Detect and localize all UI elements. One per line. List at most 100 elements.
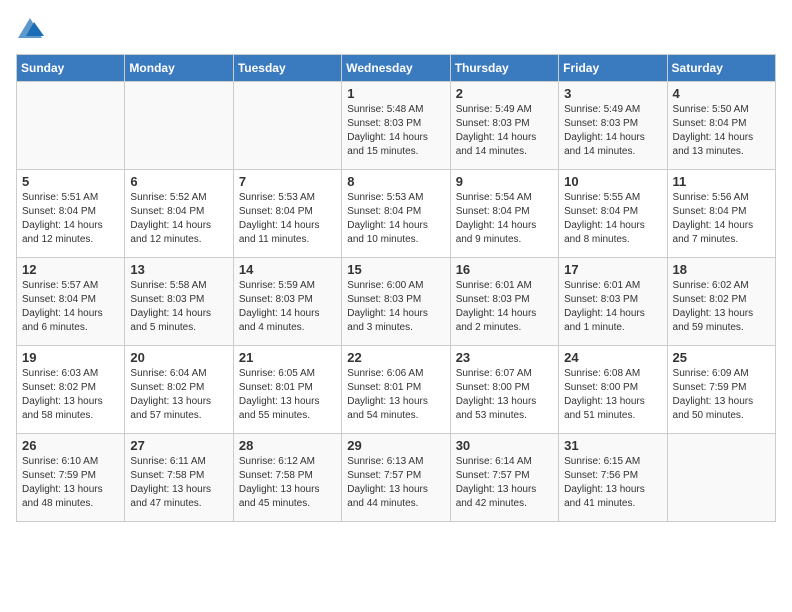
day-number: 16 <box>456 262 553 277</box>
day-number: 20 <box>130 350 227 365</box>
day-number: 5 <box>22 174 119 189</box>
calendar-cell: 2Sunrise: 5:49 AM Sunset: 8:03 PM Daylig… <box>450 82 558 170</box>
calendar-cell: 15Sunrise: 6:00 AM Sunset: 8:03 PM Dayli… <box>342 258 450 346</box>
day-number: 17 <box>564 262 661 277</box>
calendar-cell <box>233 82 341 170</box>
cell-info: Sunrise: 5:54 AM Sunset: 8:04 PM Dayligh… <box>456 191 553 247</box>
week-row: 5 Sunrise: 5:51 AM Sunset: 8:04 PM Daylig… <box>17 170 776 258</box>
column-header-sunday: Sunday <box>17 55 125 82</box>
cell-info: Sunrise: 5:58 AM Sunset: 8:03 PM Dayligh… <box>130 279 227 335</box>
calendar-cell <box>17 82 125 170</box>
logo <box>16 16 48 44</box>
cell-info: Sunrise: 5:52 AM Sunset: 8:04 PM Dayligh… <box>130 191 227 247</box>
cell-info: Sunrise: 6:14 AM Sunset: 7:57 PM Dayligh… <box>456 455 553 511</box>
calendar-cell: 7 Sunrise: 5:53 AM Sunset: 8:04 PM Daylig… <box>233 170 341 258</box>
calendar-cell: 1 Sunrise: 5:48 AM Sunset: 8:03 PM Daylig… <box>342 82 450 170</box>
calendar-cell: 19Sunrise: 6:03 AM Sunset: 8:02 PM Dayli… <box>17 346 125 434</box>
day-number: 28 <box>239 438 336 453</box>
cell-info: Sunrise: 6:02 AM Sunset: 8:02 PM Dayligh… <box>673 279 770 335</box>
calendar-cell: 5 Sunrise: 5:51 AM Sunset: 8:04 PM Daylig… <box>17 170 125 258</box>
week-row: 12 Sunrise: 5:57 AM Sunset: 8:04 PM Dayli… <box>17 258 776 346</box>
cell-info: Sunrise: 5:53 AM Sunset: 8:04 PM Dayligh… <box>347 191 444 247</box>
day-number: 3 <box>564 86 661 101</box>
day-number: 21 <box>239 350 336 365</box>
calendar-cell: 28 Sunrise: 6:12 AM Sunset: 7:58 PM Dayli… <box>233 434 341 522</box>
day-number: 14 <box>239 262 336 277</box>
calendar-cell: 14Sunrise: 5:59 AM Sunset: 8:03 PM Dayli… <box>233 258 341 346</box>
calendar-cell: 25 Sunrise: 6:09 AM Sunset: 7:59 PM Dayli… <box>667 346 775 434</box>
column-header-monday: Monday <box>125 55 233 82</box>
day-number: 13 <box>130 262 227 277</box>
calendar-cell: 31 Sunrise: 6:15 AM Sunset: 7:56 PM Dayli… <box>559 434 667 522</box>
calendar-cell: 3Sunrise: 5:49 AM Sunset: 8:03 PM Daylig… <box>559 82 667 170</box>
calendar-cell: 9 Sunrise: 5:54 AM Sunset: 8:04 PM Daylig… <box>450 170 558 258</box>
cell-info: Sunrise: 6:04 AM Sunset: 8:02 PM Dayligh… <box>130 367 227 423</box>
day-number: 2 <box>456 86 553 101</box>
calendar-cell: 16 Sunrise: 6:01 AM Sunset: 8:03 PM Dayli… <box>450 258 558 346</box>
column-header-friday: Friday <box>559 55 667 82</box>
cell-info: Sunrise: 6:06 AM Sunset: 8:01 PM Dayligh… <box>347 367 444 423</box>
cell-info: Sunrise: 5:48 AM Sunset: 8:03 PM Dayligh… <box>347 103 444 159</box>
day-number: 6 <box>130 174 227 189</box>
day-number: 18 <box>673 262 770 277</box>
column-header-thursday: Thursday <box>450 55 558 82</box>
cell-info: Sunrise: 6:10 AM Sunset: 7:59 PM Dayligh… <box>22 455 119 511</box>
week-row: 19Sunrise: 6:03 AM Sunset: 8:02 PM Dayli… <box>17 346 776 434</box>
page-header <box>16 16 776 44</box>
day-number: 8 <box>347 174 444 189</box>
column-header-tuesday: Tuesday <box>233 55 341 82</box>
calendar-cell: 23Sunrise: 6:07 AM Sunset: 8:00 PM Dayli… <box>450 346 558 434</box>
day-number: 27 <box>130 438 227 453</box>
cell-info: Sunrise: 6:01 AM Sunset: 8:03 PM Dayligh… <box>456 279 553 335</box>
cell-info: Sunrise: 5:57 AM Sunset: 8:04 PM Dayligh… <box>22 279 119 335</box>
day-number: 15 <box>347 262 444 277</box>
calendar-cell: 22 Sunrise: 6:06 AM Sunset: 8:01 PM Dayli… <box>342 346 450 434</box>
calendar-cell: 4 Sunrise: 5:50 AM Sunset: 8:04 PM Daylig… <box>667 82 775 170</box>
calendar-cell: 12 Sunrise: 5:57 AM Sunset: 8:04 PM Dayli… <box>17 258 125 346</box>
calendar-cell: 30 Sunrise: 6:14 AM Sunset: 7:57 PM Dayli… <box>450 434 558 522</box>
cell-info: Sunrise: 6:11 AM Sunset: 7:58 PM Dayligh… <box>130 455 227 511</box>
week-row: 1 Sunrise: 5:48 AM Sunset: 8:03 PM Daylig… <box>17 82 776 170</box>
day-number: 4 <box>673 86 770 101</box>
cell-info: Sunrise: 6:15 AM Sunset: 7:56 PM Dayligh… <box>564 455 661 511</box>
calendar-cell: 24 Sunrise: 6:08 AM Sunset: 8:00 PM Dayli… <box>559 346 667 434</box>
cell-info: Sunrise: 5:53 AM Sunset: 8:04 PM Dayligh… <box>239 191 336 247</box>
day-number: 1 <box>347 86 444 101</box>
day-number: 9 <box>456 174 553 189</box>
column-header-saturday: Saturday <box>667 55 775 82</box>
day-number: 7 <box>239 174 336 189</box>
calendar-cell: 10Sunrise: 5:55 AM Sunset: 8:04 PM Dayli… <box>559 170 667 258</box>
cell-info: Sunrise: 6:12 AM Sunset: 7:58 PM Dayligh… <box>239 455 336 511</box>
cell-info: Sunrise: 6:01 AM Sunset: 8:03 PM Dayligh… <box>564 279 661 335</box>
day-number: 26 <box>22 438 119 453</box>
cell-info: Sunrise: 5:51 AM Sunset: 8:04 PM Dayligh… <box>22 191 119 247</box>
day-number: 31 <box>564 438 661 453</box>
day-number: 19 <box>22 350 119 365</box>
day-number: 23 <box>456 350 553 365</box>
logo-icon <box>16 16 44 44</box>
calendar-cell: 29 Sunrise: 6:13 AM Sunset: 7:57 PM Dayli… <box>342 434 450 522</box>
day-number: 22 <box>347 350 444 365</box>
day-number: 29 <box>347 438 444 453</box>
calendar-cell: 6 Sunrise: 5:52 AM Sunset: 8:04 PM Daylig… <box>125 170 233 258</box>
calendar-table: SundayMondayTuesdayWednesdayThursdayFrid… <box>16 54 776 522</box>
cell-info: Sunrise: 6:09 AM Sunset: 7:59 PM Dayligh… <box>673 367 770 423</box>
day-number: 12 <box>22 262 119 277</box>
cell-info: Sunrise: 5:55 AM Sunset: 8:04 PM Dayligh… <box>564 191 661 247</box>
calendar-cell: 18 Sunrise: 6:02 AM Sunset: 8:02 PM Dayli… <box>667 258 775 346</box>
calendar-cell: 27 Sunrise: 6:11 AM Sunset: 7:58 PM Dayli… <box>125 434 233 522</box>
day-number: 30 <box>456 438 553 453</box>
day-number: 25 <box>673 350 770 365</box>
week-row: 26 Sunrise: 6:10 AM Sunset: 7:59 PM Dayli… <box>17 434 776 522</box>
calendar-cell: 13 Sunrise: 5:58 AM Sunset: 8:03 PM Dayli… <box>125 258 233 346</box>
cell-info: Sunrise: 6:08 AM Sunset: 8:00 PM Dayligh… <box>564 367 661 423</box>
day-number: 11 <box>673 174 770 189</box>
calendar-cell: 8 Sunrise: 5:53 AM Sunset: 8:04 PM Daylig… <box>342 170 450 258</box>
cell-info: Sunrise: 6:13 AM Sunset: 7:57 PM Dayligh… <box>347 455 444 511</box>
cell-info: Sunrise: 5:56 AM Sunset: 8:04 PM Dayligh… <box>673 191 770 247</box>
day-number: 24 <box>564 350 661 365</box>
cell-info: Sunrise: 5:50 AM Sunset: 8:04 PM Dayligh… <box>673 103 770 159</box>
calendar-cell: 11 Sunrise: 5:56 AM Sunset: 8:04 PM Dayli… <box>667 170 775 258</box>
calendar-cell: 26 Sunrise: 6:10 AM Sunset: 7:59 PM Dayli… <box>17 434 125 522</box>
column-header-wednesday: Wednesday <box>342 55 450 82</box>
